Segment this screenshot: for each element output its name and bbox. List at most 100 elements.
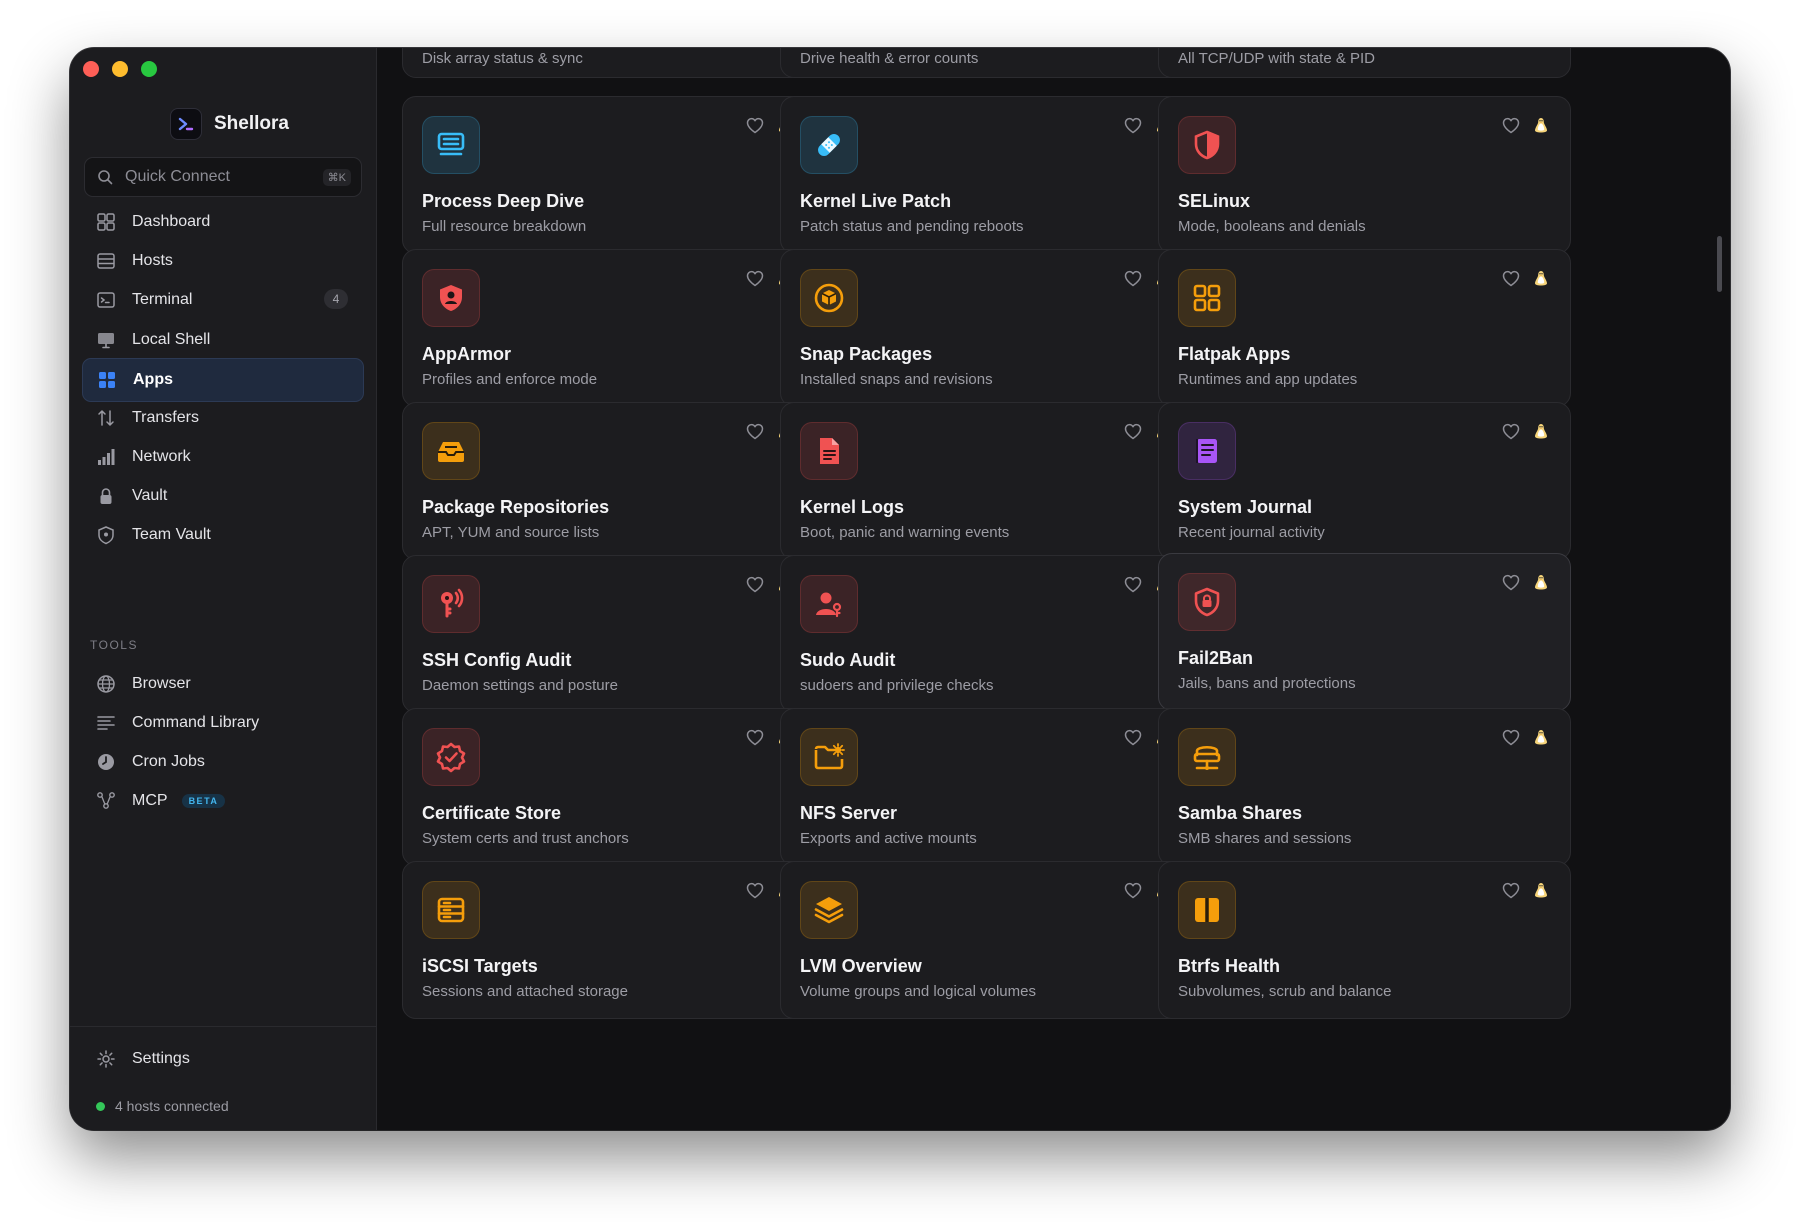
heart-icon[interactable] — [1124, 270, 1142, 287]
sidebar-item-command-library[interactable]: Command Library — [82, 702, 362, 744]
sidebar-item-label: Command Library — [132, 714, 260, 731]
app-card-description: Exports and active mounts — [800, 830, 977, 847]
app-card-package-repositories[interactable]: Package Repositories APT, YUM and source … — [402, 402, 815, 560]
linux-tux-icon — [1534, 882, 1548, 898]
heart-icon[interactable] — [1124, 117, 1142, 134]
heart-icon[interactable] — [746, 576, 764, 593]
settings-button[interactable]: Settings — [82, 1038, 362, 1080]
sidebar-item-apps[interactable]: Apps — [82, 358, 364, 402]
package-box-icon — [800, 269, 858, 327]
clock-icon — [94, 752, 118, 772]
sidebar-item-mcp[interactable]: MCP BETA — [82, 780, 362, 822]
app-card-title: Certificate Store — [422, 803, 562, 823]
app-card-process-deep-dive[interactable]: Process Deep Dive Full resource breakdown — [402, 96, 815, 254]
journal-icon — [1178, 422, 1236, 480]
app-card-snap-packages[interactable]: Snap Packages Installed snaps and revisio… — [780, 249, 1193, 407]
app-card-sudo-audit[interactable]: Sudo Audit sudoers and privilege checks — [780, 555, 1193, 713]
app-card-title: Process Deep Dive — [422, 191, 585, 211]
sidebar: Shellora ⌘K Dashboard Hosts Terminal 4 Local… — [70, 48, 377, 1130]
apps-grid-icon — [95, 370, 119, 390]
network-drive-icon — [1178, 728, 1236, 786]
sidebar-item-terminal[interactable]: Terminal 4 — [82, 279, 362, 321]
heart-icon[interactable] — [1124, 423, 1142, 440]
app-card-description: Sessions and attached storage — [422, 983, 628, 1000]
app-card-title: Kernel Logs — [800, 497, 905, 517]
app-card-kernel-live-patch[interactable]: Kernel Live Patch Patch status and pendin… — [780, 96, 1193, 254]
heart-icon[interactable] — [1124, 576, 1142, 593]
bandage-icon — [800, 116, 858, 174]
sidebar-item-dashboard[interactable]: Dashboard — [82, 201, 362, 243]
app-card-lvm-overview[interactable]: LVM Overview Volume groups and logical vo… — [780, 861, 1193, 1019]
zoom-window-button[interactable] — [141, 61, 157, 77]
minimize-window-button[interactable] — [112, 61, 128, 77]
app-card-title: Kernel Live Patch — [800, 191, 952, 211]
sidebar-item-browser[interactable]: Browser — [82, 663, 362, 705]
inbox-tray-icon — [422, 422, 480, 480]
close-window-button[interactable] — [83, 61, 99, 77]
heart-icon[interactable] — [1124, 729, 1142, 746]
sidebar-item-label: MCP — [132, 792, 168, 809]
app-card-partial[interactable]: Drive health & error counts — [780, 48, 1193, 78]
heart-icon[interactable] — [1502, 882, 1520, 899]
quick-connect-input[interactable] — [123, 167, 307, 187]
sidebar-item-team-vault[interactable]: Team Vault — [82, 514, 362, 556]
app-card-btrfs-health[interactable]: Btrfs Health Subvolumes, scrub and balanc… — [1158, 861, 1571, 1019]
sidebar-item-label: Browser — [132, 675, 191, 692]
app-card-system-journal[interactable]: System Journal Recent journal activity — [1158, 402, 1571, 560]
quick-connect-search[interactable]: ⌘K — [84, 157, 362, 197]
status-dot — [96, 1101, 105, 1111]
heart-icon[interactable] — [746, 270, 764, 287]
app-card-title: Flatpak Apps — [1178, 344, 1291, 364]
app-card-ssh-config-audit[interactable]: SSH Config Audit Daemon settings and post… — [402, 555, 815, 713]
app-card-title: Package Repositories — [422, 497, 610, 517]
sidebar-item-local-shell[interactable]: Local Shell — [82, 319, 362, 361]
app-card-description: Volume groups and logical volumes — [800, 983, 1036, 1000]
sidebar-item-network[interactable]: Network — [82, 436, 362, 478]
app-card-title: Fail2Ban — [1178, 648, 1254, 668]
heart-icon[interactable] — [1124, 882, 1142, 899]
four-squares-icon — [1178, 269, 1236, 327]
heart-icon[interactable] — [746, 882, 764, 899]
shield-icon — [94, 525, 118, 545]
search-icon — [97, 169, 113, 185]
app-card-selinux[interactable]: SELinux Mode, booleans and denials — [1158, 96, 1571, 254]
heart-icon[interactable] — [1502, 423, 1520, 440]
connection-status: 4 hosts connected — [96, 1098, 229, 1114]
app-card-flatpak-apps[interactable]: Flatpak Apps Runtimes and app updates — [1158, 249, 1571, 407]
sidebar-item-hosts[interactable]: Hosts — [82, 240, 362, 282]
app-card-nfs-server[interactable]: NFS Server Exports and active mounts — [780, 708, 1193, 866]
network-bars-icon — [94, 447, 118, 467]
heart-icon[interactable] — [1502, 117, 1520, 134]
app-card-fail2ban[interactable]: Fail2Ban Jails, bans and protections — [1158, 553, 1571, 711]
sidebar-item-label: Team Vault — [132, 526, 211, 543]
status-text: 4 hosts connected — [115, 1098, 229, 1114]
app-card-partial[interactable]: Disk array status & sync — [402, 48, 815, 78]
heart-icon[interactable] — [746, 117, 764, 134]
settings-label: Settings — [132, 1050, 190, 1067]
hosts-icon — [94, 251, 118, 271]
list-icon — [94, 713, 118, 733]
gear-icon — [94, 1049, 118, 1069]
app-card-samba-shares[interactable]: Samba Shares SMB shares and sessions — [1158, 708, 1571, 866]
sidebar-item-cron-jobs[interactable]: Cron Jobs — [82, 741, 362, 783]
app-card-kernel-logs[interactable]: Kernel Logs Boot, panic and warning event… — [780, 402, 1193, 560]
app-card-iscsi-targets[interactable]: iSCSI Targets Sessions and attached stora… — [402, 861, 815, 1019]
sidebar-divider — [70, 1026, 376, 1027]
sidebar-item-vault[interactable]: Vault — [82, 475, 362, 517]
window-controls — [83, 61, 157, 77]
sidebar-item-transfers[interactable]: Transfers — [82, 397, 362, 439]
app-card-description: Profiles and enforce mode — [422, 371, 598, 388]
beta-badge: BETA — [181, 794, 226, 808]
heart-icon[interactable] — [746, 729, 764, 746]
app-card-certificate-store[interactable]: Certificate Store System certs and trust … — [402, 708, 815, 866]
heart-icon[interactable] — [1502, 270, 1520, 287]
app-card-title: NFS Server — [800, 803, 898, 823]
heart-icon[interactable] — [1502, 574, 1520, 591]
tools-section-label: TOOLS — [90, 638, 138, 652]
heart-icon[interactable] — [746, 423, 764, 440]
app-card-apparmor[interactable]: AppArmor Profiles and enforce mode — [402, 249, 815, 407]
heart-icon[interactable] — [1502, 729, 1520, 746]
scrollbar-thumb[interactable] — [1717, 236, 1722, 292]
app-card-partial[interactable]: All TCP/UDP with state & PID — [1158, 48, 1571, 78]
linux-tux-icon — [1534, 729, 1548, 745]
